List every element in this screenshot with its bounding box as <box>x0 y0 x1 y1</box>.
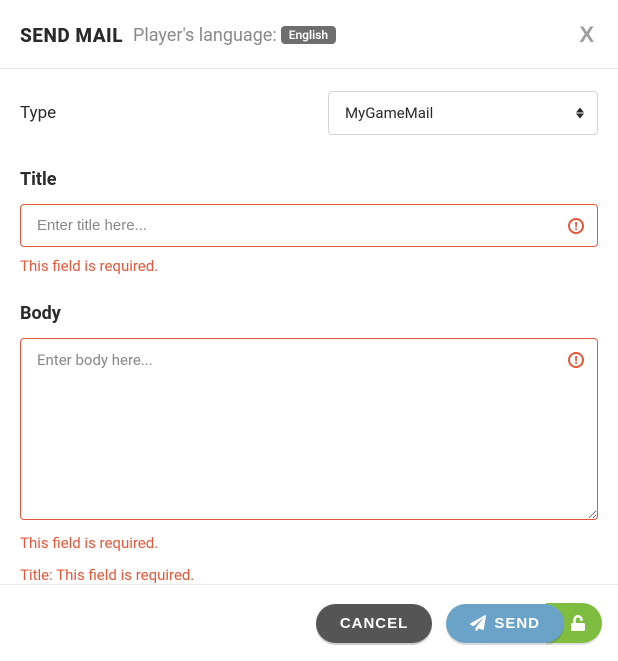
cancel-button[interactable]: CANCEL <box>316 604 433 643</box>
body-error: This field is required. <box>20 534 598 552</box>
type-select[interactable]: MyGameMail <box>328 91 598 135</box>
close-button[interactable]: X <box>575 22 598 48</box>
body-label: Body <box>20 303 598 324</box>
type-label: Type <box>20 103 56 123</box>
title-field: Title ! This field is required. <box>20 169 598 275</box>
type-select-wrapper: MyGameMail <box>328 91 598 135</box>
language-label: Player's language: <box>133 25 277 46</box>
send-mail-modal: SEND MAIL Player's language: English X T… <box>0 0 618 661</box>
send-button-group: SEND <box>446 603 602 643</box>
body-field: Body ! This field is required. <box>20 303 598 552</box>
paper-plane-icon <box>470 615 486 631</box>
body-textarea[interactable] <box>20 338 598 520</box>
type-field: Type MyGameMail <box>20 91 598 135</box>
modal-header: SEND MAIL Player's language: English X <box>0 0 618 69</box>
title-input-wrapper: ! <box>20 204 598 247</box>
title-error: This field is required. <box>20 257 598 275</box>
title-input[interactable] <box>20 204 598 247</box>
language-badge: English <box>281 26 336 44</box>
modal-body: Type MyGameMail Title ! This field is re… <box>0 69 618 584</box>
send-button-label: SEND <box>494 615 540 632</box>
unlock-icon <box>570 615 586 631</box>
body-input-wrapper: ! <box>20 338 598 524</box>
modal-footer: CANCEL SEND <box>0 584 618 661</box>
alert-icon: ! <box>568 218 584 234</box>
title-label: Title <box>20 169 598 190</box>
send-button[interactable]: SEND <box>446 604 564 643</box>
alert-icon: ! <box>568 352 584 368</box>
modal-title: SEND MAIL <box>20 24 123 47</box>
summary-error: Title: This field is required. <box>20 566 598 584</box>
